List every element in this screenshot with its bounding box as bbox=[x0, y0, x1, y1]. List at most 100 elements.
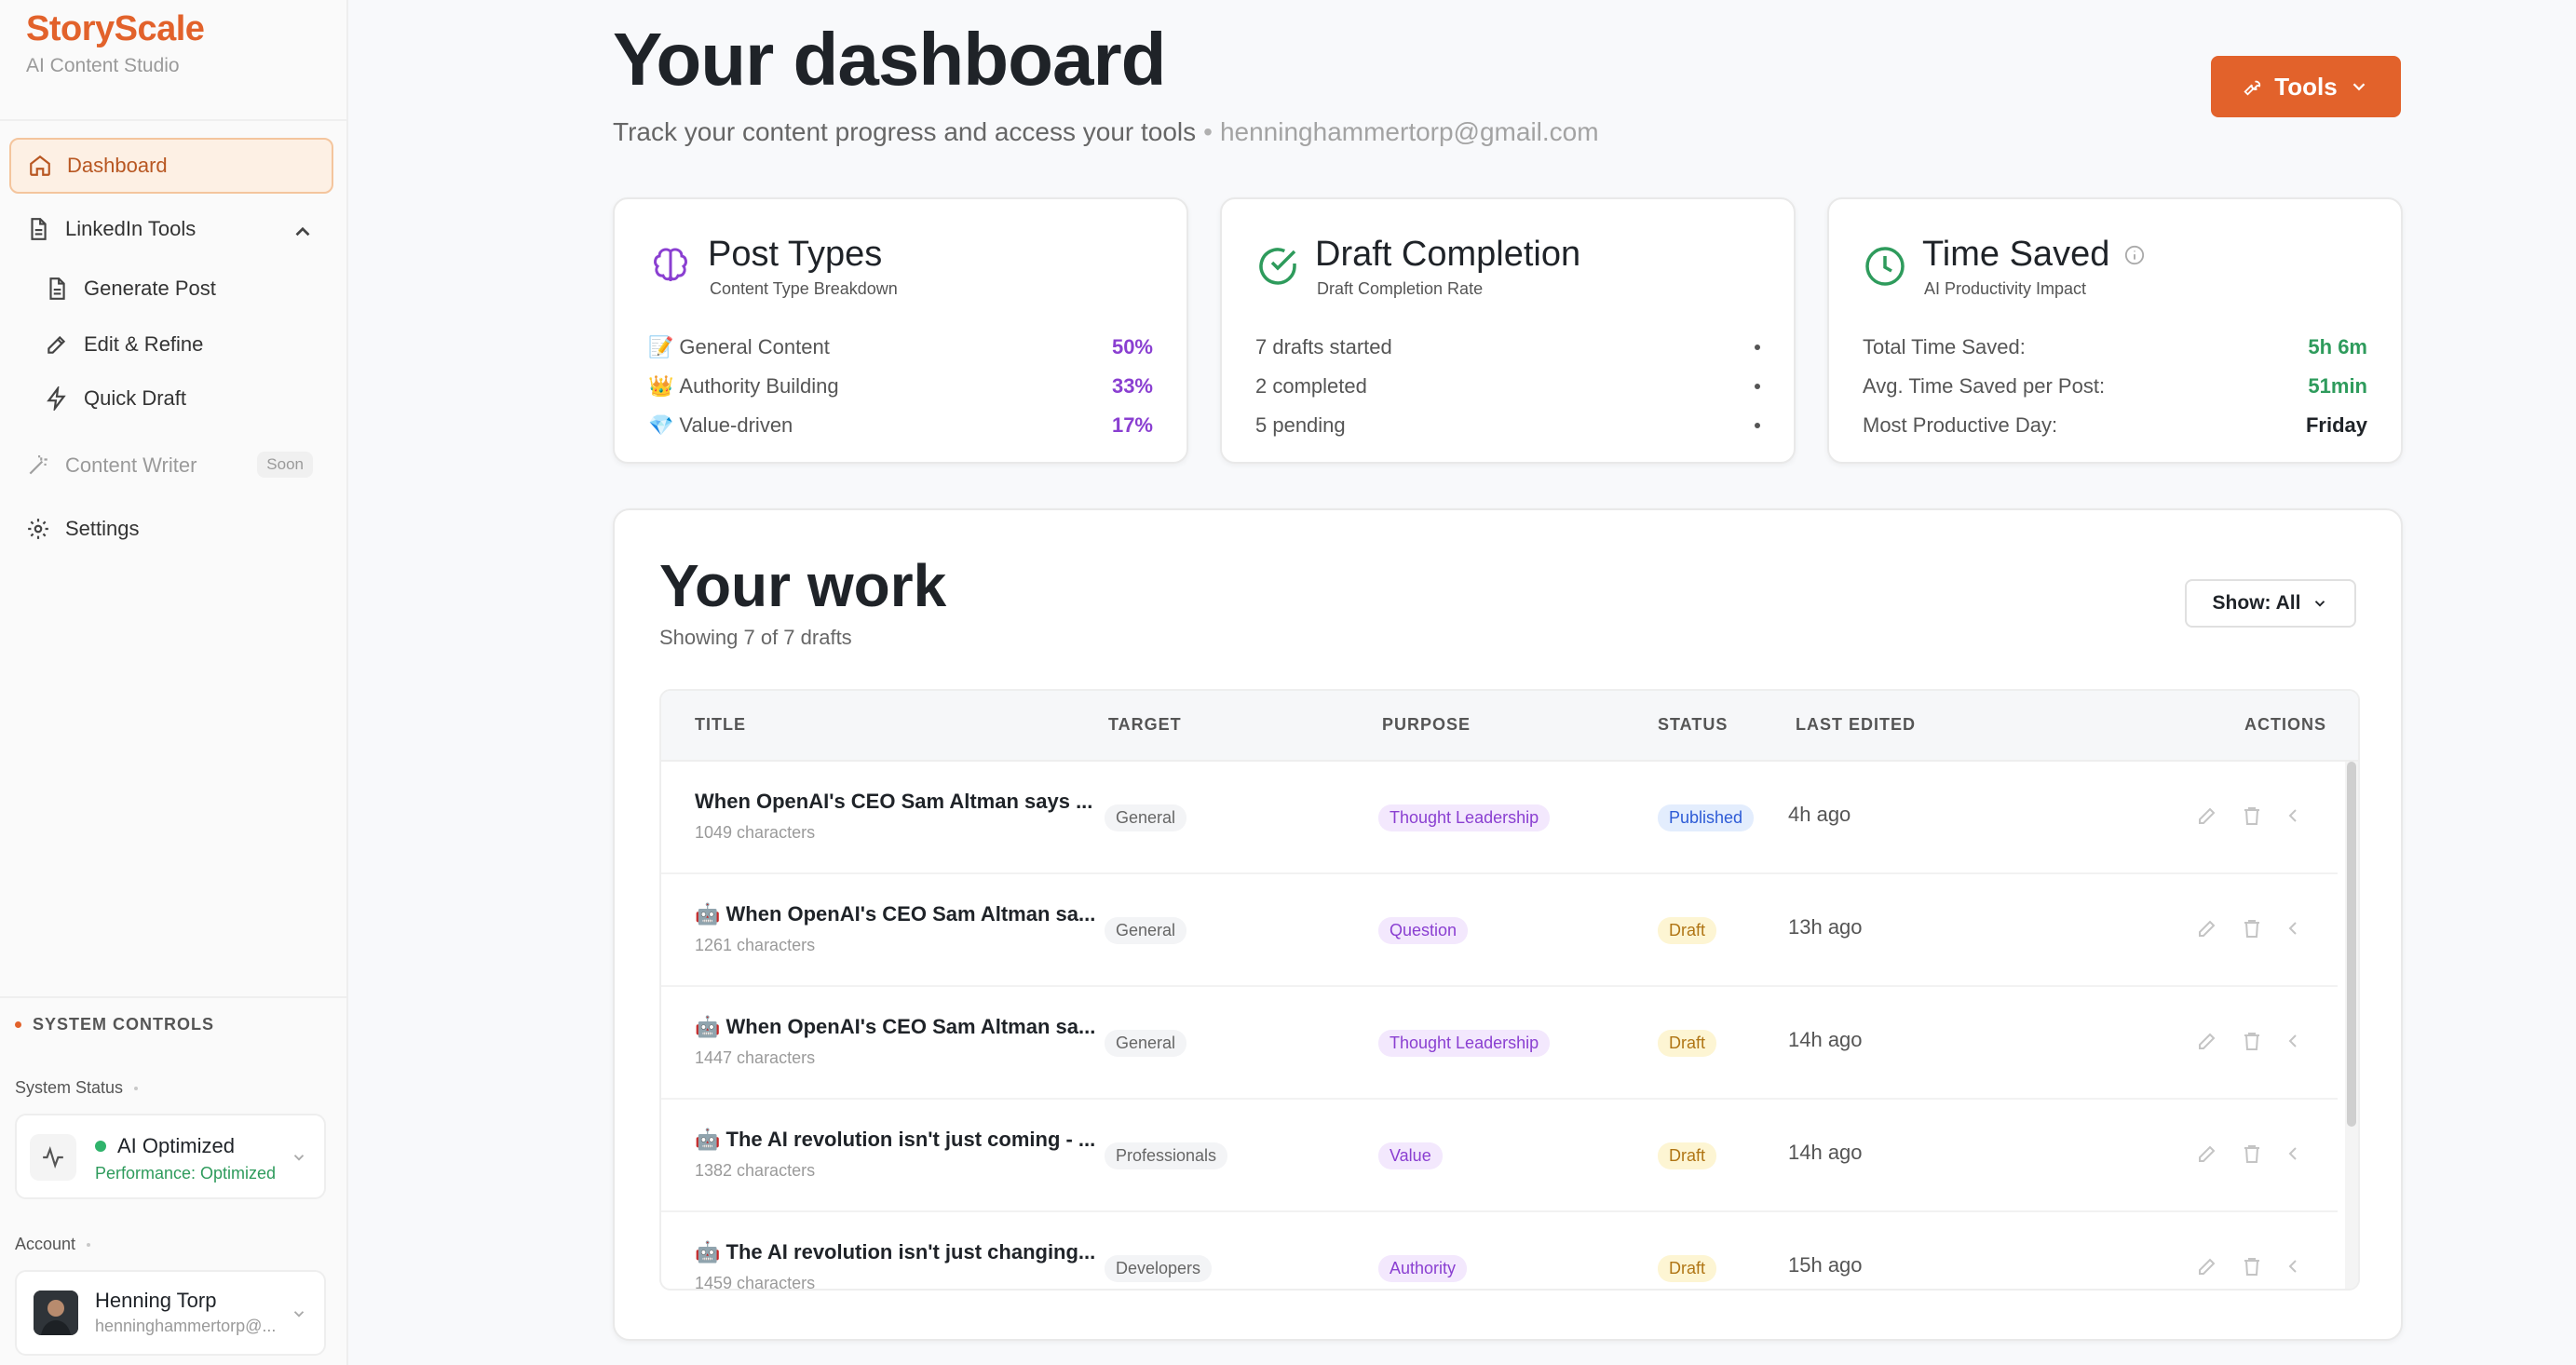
table-row[interactable]: When OpenAI's CEO Sam Altman says ... 10… bbox=[661, 762, 2338, 874]
brand[interactable]: StoryScale AI Content Studio bbox=[26, 9, 205, 77]
table-row[interactable]: 🤖 The AI revolution isn't just coming - … bbox=[661, 1100, 2338, 1212]
dot-icon bbox=[87, 1242, 91, 1247]
target-badge: General bbox=[1105, 1030, 1187, 1057]
system-status-card[interactable]: AI Optimized Performance: Optimized bbox=[15, 1114, 326, 1199]
edit-icon[interactable] bbox=[2196, 917, 2218, 939]
stat-label-text: General Content bbox=[679, 335, 830, 358]
stat-label: Most Productive Day: bbox=[1863, 413, 2058, 437]
chevron-down-icon bbox=[2315, 601, 2325, 607]
bullet-icon bbox=[1755, 345, 1760, 350]
trash-icon[interactable] bbox=[2241, 1030, 2263, 1052]
sidebar-item-label: LinkedIn Tools bbox=[65, 217, 197, 240]
table-header: TITLE TARGET PURPOSE STATUS LAST EDITED … bbox=[661, 691, 2358, 762]
stat-value: Friday bbox=[2305, 413, 2367, 437]
target-badge: Developers bbox=[1105, 1255, 1213, 1282]
status-badge: Draft bbox=[1658, 1030, 1717, 1057]
chevron-down-icon[interactable] bbox=[291, 1305, 307, 1322]
time-saved-title: Time Saved bbox=[1922, 235, 2145, 275]
column-header-status[interactable]: STATUS bbox=[1658, 715, 1728, 735]
sidebar-item-edit-refine[interactable]: Edit & Refine bbox=[28, 317, 332, 372]
stat-row: 👑 Authority Building 33% bbox=[648, 372, 1153, 400]
trash-icon[interactable] bbox=[2241, 917, 2263, 939]
sidebar-item-quick-draft[interactable]: Quick Draft bbox=[28, 371, 332, 426]
document-icon bbox=[26, 217, 50, 241]
sidebar-item-settings[interactable]: Settings bbox=[9, 501, 333, 557]
edit-icon[interactable] bbox=[2196, 804, 2218, 827]
chevron-down-icon[interactable] bbox=[291, 1149, 307, 1166]
edit-icon[interactable] bbox=[2196, 1030, 2218, 1052]
draft-completion-subtitle: Draft Completion Rate bbox=[1317, 279, 1484, 298]
stat-label: 5 pending bbox=[1255, 413, 1346, 437]
edit-icon[interactable] bbox=[2196, 1142, 2218, 1165]
status-badge: Draft bbox=[1658, 917, 1717, 944]
account-label: Account bbox=[15, 1235, 91, 1254]
table-row[interactable]: 🤖 The AI revolution isn't just changing.… bbox=[661, 1212, 2338, 1291]
info-icon[interactable] bbox=[2124, 245, 2145, 265]
stat-value: 5h 6m bbox=[2308, 335, 2367, 358]
status-badge: Draft bbox=[1658, 1142, 1717, 1169]
your-work-panel: Your work Showing 7 of 7 drafts Show: Al… bbox=[613, 508, 2403, 1341]
stat-value: 17% bbox=[1111, 413, 1153, 437]
sidebar-item-generate-post[interactable]: Generate Post bbox=[28, 261, 332, 317]
stat-label: Total Time Saved: bbox=[1863, 335, 2026, 358]
draft-title[interactable]: 🤖 When OpenAI's CEO Sam Altman sa... bbox=[695, 902, 1095, 926]
scrollbar-thumb[interactable] bbox=[2347, 762, 2356, 1127]
chevron-left-icon[interactable] bbox=[2282, 1142, 2304, 1165]
show-filter-dropdown[interactable]: Show: All bbox=[2185, 579, 2356, 628]
target-badge: General bbox=[1105, 917, 1187, 944]
table-row[interactable]: 🤖 When OpenAI's CEO Sam Altman sa... 144… bbox=[661, 987, 2338, 1100]
chevron-left-icon[interactable] bbox=[2282, 1030, 2304, 1052]
trash-icon[interactable] bbox=[2241, 1255, 2263, 1277]
column-header-title[interactable]: TITLE bbox=[695, 715, 746, 735]
trash-icon[interactable] bbox=[2241, 804, 2263, 827]
stat-label: 2 completed bbox=[1255, 374, 1367, 398]
table-row[interactable]: 🤖 When OpenAI's CEO Sam Altman sa... 126… bbox=[661, 874, 2338, 987]
trash-icon[interactable] bbox=[2241, 1142, 2263, 1165]
chevron-down-icon bbox=[2352, 83, 2366, 91]
home-icon bbox=[28, 154, 52, 178]
stat-row: 7 drafts started bbox=[1255, 333, 1760, 361]
page-subtitle-text: Track your content progress and access y… bbox=[613, 117, 1197, 146]
memo-icon: 📝 bbox=[648, 335, 674, 358]
crown-icon: 👑 bbox=[648, 374, 674, 398]
stat-value: 51min bbox=[2308, 374, 2367, 398]
draft-char-count: 1049 characters bbox=[695, 823, 816, 842]
chevron-left-icon[interactable] bbox=[2282, 1255, 2304, 1277]
stat-row: 2 completed bbox=[1255, 372, 1760, 400]
column-header-purpose[interactable]: PURPOSE bbox=[1382, 715, 1471, 735]
sidebar-item-dashboard[interactable]: Dashboard bbox=[9, 138, 333, 194]
column-header-actions: ACTIONS bbox=[2244, 715, 2326, 734]
clock-icon bbox=[1863, 244, 1907, 289]
sidebar-item-label: Dashboard bbox=[67, 154, 168, 177]
system-controls-label: SYSTEM CONTROLS bbox=[33, 1015, 215, 1034]
chevron-up-icon[interactable] bbox=[291, 220, 315, 244]
stat-label: 7 drafts started bbox=[1255, 335, 1392, 358]
table-scrollbar[interactable] bbox=[2345, 762, 2358, 1289]
gem-icon: 💎 bbox=[648, 413, 674, 437]
chevron-left-icon[interactable] bbox=[2282, 804, 2304, 827]
tools-button[interactable]: Tools bbox=[2211, 56, 2401, 117]
sidebar-divider bbox=[0, 119, 346, 121]
draft-title[interactable]: 🤖 When OpenAI's CEO Sam Altman sa... bbox=[695, 1015, 1095, 1039]
dot-icon bbox=[134, 1086, 139, 1090]
time-saved-card: Time Saved AI Productivity Impact Total … bbox=[1827, 197, 2403, 464]
column-header-last-edited[interactable]: LAST EDITED bbox=[1796, 715, 1916, 735]
stat-row: Most Productive Day: Friday bbox=[1863, 412, 2367, 439]
sidebar-item-label: Generate Post bbox=[84, 277, 216, 300]
orange-dot-icon bbox=[15, 1021, 21, 1028]
column-header-target[interactable]: TARGET bbox=[1108, 715, 1182, 735]
sidebar-item-content-writer[interactable]: Content Writer Soon bbox=[9, 438, 333, 493]
bullet-icon bbox=[1755, 384, 1760, 389]
draft-title[interactable]: 🤖 The AI revolution isn't just coming - … bbox=[695, 1128, 1095, 1152]
chevron-left-icon[interactable] bbox=[2282, 917, 2304, 939]
sidebar-item-label: Edit & Refine bbox=[84, 332, 204, 356]
draft-char-count: 1459 characters bbox=[695, 1274, 816, 1291]
edit-icon[interactable] bbox=[2196, 1255, 2218, 1277]
bullet-icon bbox=[1755, 423, 1760, 428]
account-card[interactable]: Henning Torp henninghammertorp@... bbox=[15, 1270, 326, 1356]
lightning-icon bbox=[45, 386, 69, 411]
draft-title[interactable]: When OpenAI's CEO Sam Altman says ... bbox=[695, 790, 1092, 814]
draft-title[interactable]: 🤖 The AI revolution isn't just changing.… bbox=[695, 1240, 1095, 1264]
sidebar-item-linkedin-tools[interactable]: LinkedIn Tools bbox=[9, 201, 333, 257]
purpose-badge: Question bbox=[1378, 917, 1469, 944]
